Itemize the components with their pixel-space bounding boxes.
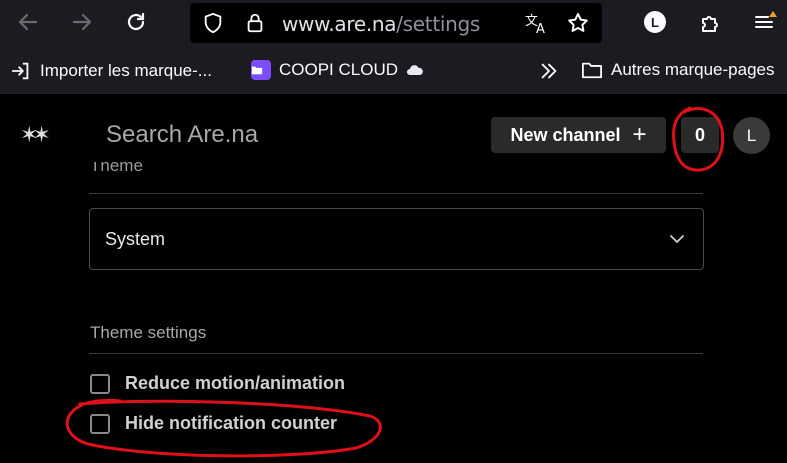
extensions-button[interactable] xyxy=(694,6,728,38)
user-avatar[interactable]: L xyxy=(733,117,770,154)
arena-logo[interactable]: ✶✶ xyxy=(20,122,51,148)
cloud-icon xyxy=(407,65,423,75)
divider xyxy=(89,193,703,194)
puzzle-icon xyxy=(702,16,718,32)
svg-text:A: A xyxy=(536,22,545,35)
reload-button[interactable] xyxy=(118,6,154,38)
import-icon xyxy=(11,62,29,80)
bookmark-import[interactable]: Importer les marque-... xyxy=(10,60,212,82)
chevron-down-icon xyxy=(670,235,684,243)
folder-outline-icon xyxy=(582,62,602,79)
bookmark-coopi-cloud[interactable]: COOPI CLOUD xyxy=(251,60,424,80)
bookmark-import-label: Importer les marque-... xyxy=(40,61,212,80)
chevron-double-right-icon xyxy=(541,63,557,79)
theme-select-value: System xyxy=(105,229,166,249)
bookmark-star-icon[interactable] xyxy=(566,11,590,35)
theme-select[interactable]: System xyxy=(89,208,704,270)
hamburger-menu-icon xyxy=(755,11,777,28)
bookmarks-bar: Importer les marque-... COOPI CLOUD Autr… xyxy=(0,48,787,94)
new-channel-label: New channel xyxy=(510,124,621,145)
url-bar[interactable]: www.are.na/settings 文A xyxy=(190,3,602,43)
search-input[interactable]: Search Are.na xyxy=(106,121,258,149)
app-menu-button[interactable] xyxy=(748,6,782,38)
profile-avatar-icon: L xyxy=(644,11,666,33)
notification-counter-button[interactable]: 0 xyxy=(681,117,719,153)
notification-count: 0 xyxy=(694,124,705,145)
plus-icon: + xyxy=(632,121,647,148)
new-channel-button[interactable]: New channel + xyxy=(491,117,666,153)
bookmarks-overflow-button[interactable] xyxy=(538,60,568,82)
hide-notification-counter-option[interactable]: Hide notification counter xyxy=(90,413,337,434)
arrow-left-icon xyxy=(18,13,38,31)
bookmark-coopi-label: COOPI CLOUD xyxy=(279,60,399,79)
bookmark-other-folder[interactable]: Autres marque-pages xyxy=(581,60,774,80)
hide-notification-counter-checkbox[interactable] xyxy=(90,413,110,434)
bookmark-other-label: Autres marque-pages xyxy=(611,60,775,79)
url-path: /settings xyxy=(396,12,481,36)
reduce-motion-label[interactable]: Reduce motion/animation xyxy=(125,373,345,394)
back-button[interactable] xyxy=(10,6,46,38)
theme-settings-heading: Theme settings xyxy=(90,323,207,342)
forward-button[interactable] xyxy=(64,6,100,38)
arrow-right-icon xyxy=(72,13,92,31)
hide-notification-counter-label[interactable]: Hide notification counter xyxy=(125,413,337,434)
reduce-motion-option[interactable]: Reduce motion/animation xyxy=(90,373,345,394)
profile-account-button[interactable]: L xyxy=(638,6,672,38)
folder-icon xyxy=(251,60,271,80)
url-host: www.are.na xyxy=(282,12,397,36)
translate-icon[interactable]: 文A xyxy=(524,11,550,35)
reload-icon xyxy=(127,12,145,31)
lock-icon[interactable] xyxy=(244,11,266,35)
theme-label: Theme xyxy=(90,162,143,175)
url-text[interactable]: www.are.na/settings xyxy=(282,12,480,36)
divider xyxy=(89,353,703,354)
shield-icon[interactable] xyxy=(202,12,224,34)
reduce-motion-checkbox[interactable] xyxy=(90,373,110,394)
theme-section-label: Theme xyxy=(90,162,143,178)
profile-initial: L xyxy=(651,14,659,30)
avatar-initial: L xyxy=(746,125,757,145)
browser-toolbar: www.are.na/settings 文A L xyxy=(0,0,787,48)
